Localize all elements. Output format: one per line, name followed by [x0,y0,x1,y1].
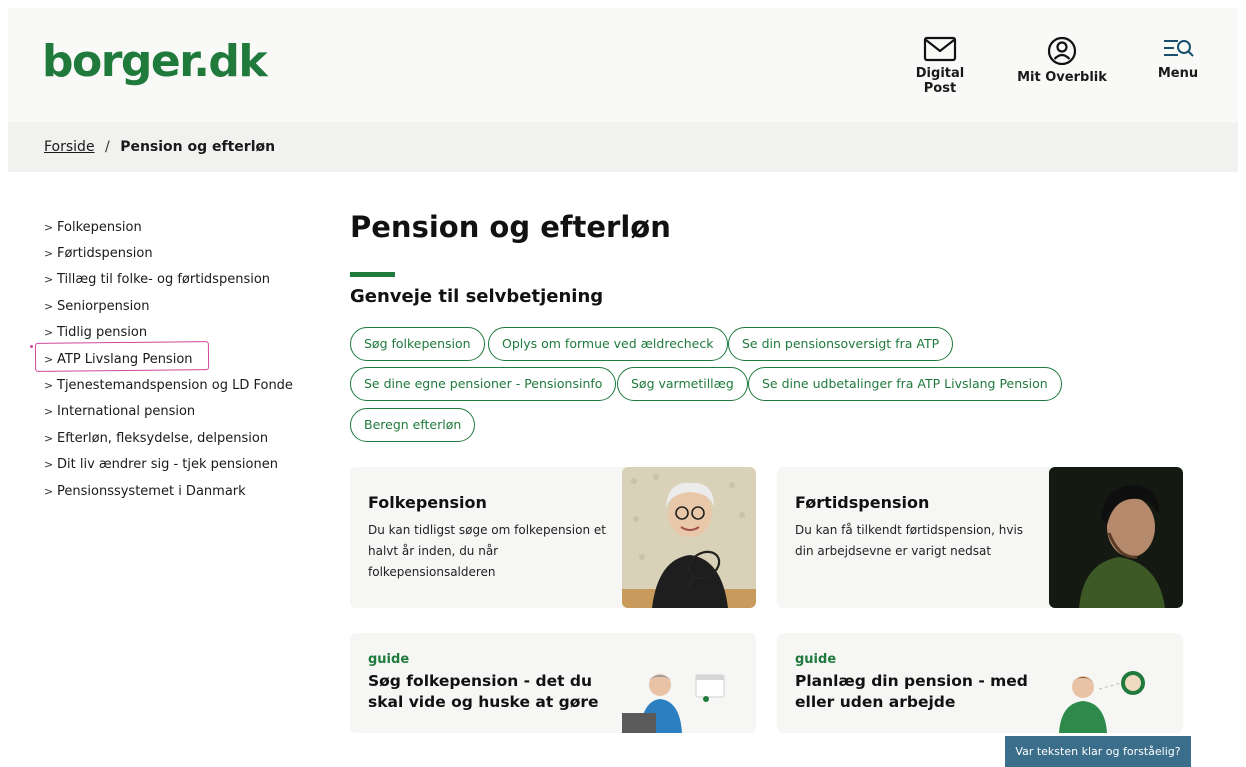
shortcut-oplys-formue[interactable]: Oplys om formue ved ældrecheck [488,327,728,361]
guide-title-line: eller uden arbejde [795,693,956,711]
guide-title-line: Søg folkepension - det du [368,672,593,690]
sidebar-item-label: Seniorpension [57,298,150,314]
breadcrumb-separator: / [105,139,110,155]
shortcut-varmetillaeg[interactable]: Søg varmetillæg [617,367,748,401]
sidebar-item-folkepension[interactable]: > Folkepension [44,214,314,240]
sidebar-item-label: Tidlig pension [57,325,148,341]
card-text-line: halvt år inden, du når [368,544,499,558]
chevron-right-icon: > [44,220,54,234]
sidebar-item-seniorpension[interactable]: > Seniorpension [44,293,314,319]
card-text-line: folkepensionsalderen [368,565,496,579]
guide-sog-folkepension[interactable]: guide Søg folkepension - det du skal vid… [350,633,756,733]
guide-tag: guide [368,652,410,667]
breadcrumb: Forside / Pension og efterløn [44,139,275,155]
shortcut-pensionsinfo[interactable]: Se dine egne pensioner - Pensionsinfo [350,367,617,401]
breadcrumb-current: Pension og efterløn [120,139,276,155]
mit-overblik-button[interactable]: Mit Overblik [1012,36,1112,85]
sidebar-item-dit-liv[interactable]: > Dit liv ændrer sig - tjek pensionen [44,452,314,478]
sidebar-item-efterlon[interactable]: > Efterløn, fleksydelse, delpension [44,425,314,451]
breadcrumb-bar: Forside / Pension og efterløn [8,122,1238,172]
menu-label: Menu [1157,66,1199,81]
card-description: Du kan få tilkendt førtidspension, hvis … [795,520,1023,562]
page-title: Pension og efterløn [350,210,671,244]
card-fortidspension[interactable]: Førtidspension Du kan få tilkendt førtid… [777,467,1183,608]
shortcut-sog-folkepension[interactable]: Søg folkepension [350,327,485,361]
guide-title: Planlæg din pension - med eller uden arb… [795,671,1028,713]
menu-button[interactable]: Menu [1148,36,1208,81]
pen-highlight-annotation [34,341,210,372]
mit-overblik-label: Mit Overblik [1017,70,1107,85]
sidebar-item-tillaeg[interactable]: > Tillæg til folke- og førtidspension [44,267,314,293]
sidebar-item-pensionssystemet[interactable]: > Pensionssystemet i Danmark [44,478,314,504]
card-text-line: din arbejdsevne er varigt nedsat [795,544,992,558]
chevron-right-icon: > [44,458,54,472]
feedback-button[interactable]: Var teksten klar og forståelig? [1005,736,1191,767]
sidebar-item-label: Tillæg til folke- og førtidspension [57,272,271,288]
sidebar-item-label: International pension [57,404,196,420]
menu-search-icon [1164,40,1194,57]
person-planning-illustration [1059,671,1145,733]
chevron-right-icon: > [44,405,54,419]
card-text-line: Du kan tidligst søge om folkepension et [368,523,606,537]
guide-title-line: skal vide og huske at gøre [368,693,599,711]
chevron-right-icon: > [44,299,54,313]
guide-tag: guide [795,652,837,667]
chevron-right-icon: > [44,247,54,261]
envelope-icon [923,36,957,62]
borger-logo[interactable]: borger.dk [42,36,268,87]
sidebar-item-label: Efterløn, fleksydelse, delpension [57,430,269,446]
card-text-line: Du kan få tilkendt førtidspension, hvis [795,523,1024,537]
chevron-right-icon: > [44,273,54,287]
site-header: borger.dk Digital Post Mit Overblik Menu [8,8,1238,122]
guide-title: Søg folkepension - det du skal vide og h… [368,671,599,713]
card-description: Du kan tidligst søge om folkepension et … [368,520,606,583]
guide-planlaeg-pension[interactable]: guide Planlæg din pension - med eller ud… [777,633,1183,733]
sidebar-item-label: Folkepension [57,219,142,235]
breadcrumb-home-link[interactable]: Forside [44,139,95,155]
sidebar-item-tjenestemandspension[interactable]: > Tjenestemandspension og LD Fonde [44,372,314,398]
sidebar-item-label: Pensionssystemet i Danmark [57,483,246,499]
chevron-right-icon: > [44,326,54,340]
shortcut-udbetalinger-atp[interactable]: Se dine udbetalinger fra ATP Livslang Pe… [748,367,1062,401]
sidebar-item-label: Førtidspension [57,246,153,262]
person-laptop-illustration [622,674,725,733]
chevron-right-icon: > [44,379,54,393]
card-title: Førtidspension [795,493,930,512]
digital-post-label: Digital Post [915,66,965,96]
young-man-photo [1049,467,1183,608]
sidebar-item-international-pension[interactable]: > International pension [44,399,314,425]
card-title: Folkepension [368,493,487,512]
chevron-right-icon: > [44,431,54,445]
title-accent-rule [350,272,395,277]
digital-post-button[interactable]: Digital Post [900,36,980,96]
card-folkepension[interactable]: Folkepension Du kan tidligst søge om fol… [350,467,756,608]
sidebar-item-fortidspension[interactable]: > Førtidspension [44,240,314,266]
shortcut-pensionsoversigt-atp[interactable]: Se din pensionsoversigt fra ATP [728,327,954,361]
pen-ink-mark [30,345,33,348]
senior-woman-photo [622,467,756,608]
chevron-right-icon: > [44,484,54,498]
sidebar-item-label: Dit liv ændrer sig - tjek pensionen [57,457,278,473]
shortcuts-heading: Genveje til selvbetjening [350,286,604,307]
shortcut-beregn-efterlon[interactable]: Beregn efterløn [350,408,476,442]
sidebar-item-label: Tjenestemandspension og LD Fonde [57,378,293,394]
guide-title-line: Planlæg din pension - med [795,672,1028,690]
user-circle-icon [1047,36,1077,66]
